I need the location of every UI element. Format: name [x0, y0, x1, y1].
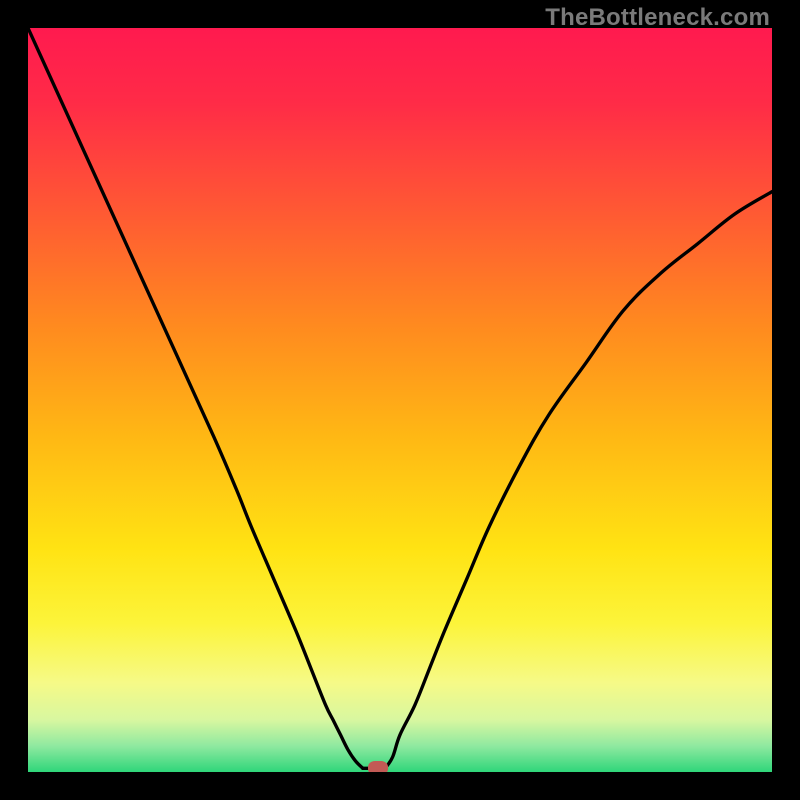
curve-left-branch: [28, 28, 363, 768]
optimum-marker: [368, 761, 388, 772]
plot-area: [28, 28, 772, 772]
curve-right-branch: [385, 192, 772, 769]
bottleneck-curve: [28, 28, 772, 772]
chart-frame: TheBottleneck.com: [0, 0, 800, 800]
